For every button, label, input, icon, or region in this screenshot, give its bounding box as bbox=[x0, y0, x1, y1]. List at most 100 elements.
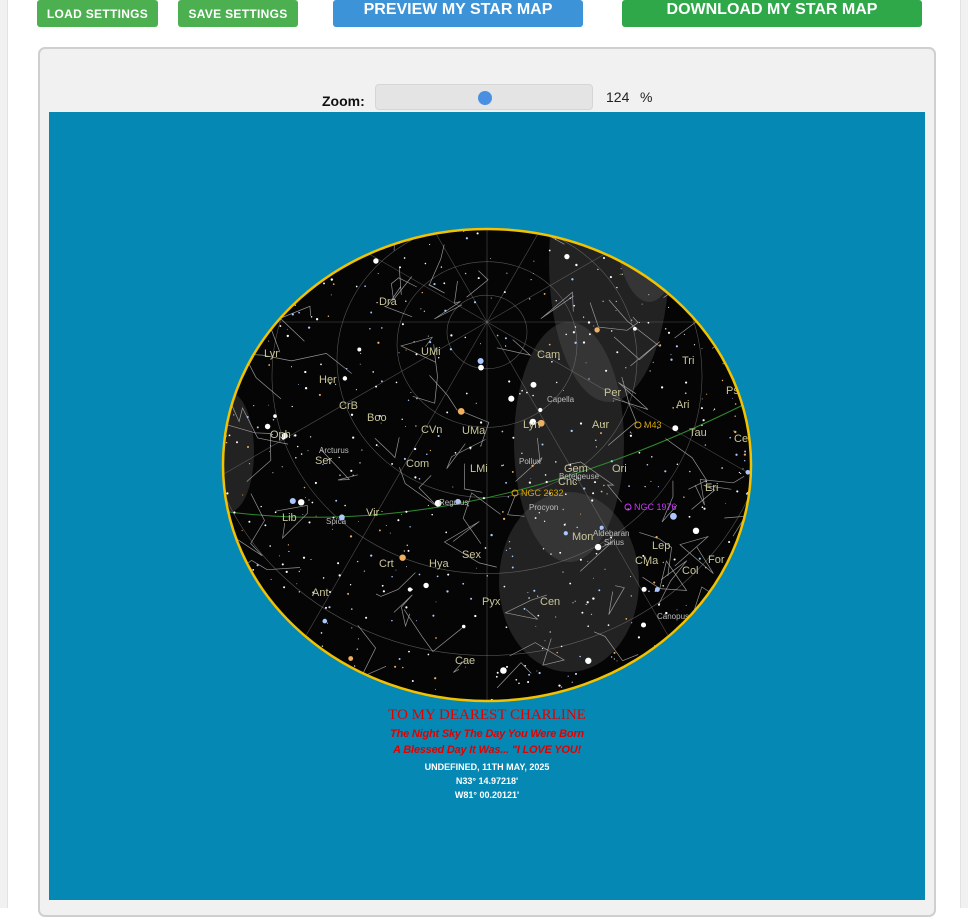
star bbox=[507, 496, 510, 498]
star bbox=[634, 685, 637, 688]
star bbox=[664, 328, 667, 330]
star bbox=[464, 272, 467, 275]
zoom-slider-handle[interactable] bbox=[478, 91, 492, 105]
star bbox=[738, 317, 740, 320]
star bbox=[271, 675, 273, 677]
star bbox=[586, 601, 589, 604]
star bbox=[378, 446, 380, 447]
star bbox=[242, 494, 244, 496]
zoom-slider[interactable] bbox=[375, 84, 593, 110]
star bbox=[572, 331, 576, 334]
constellation-label: Her bbox=[319, 374, 337, 386]
star bbox=[705, 319, 708, 321]
star bbox=[240, 621, 242, 623]
constellation-label: Tau bbox=[689, 427, 707, 439]
star bbox=[440, 266, 443, 268]
star bbox=[399, 266, 402, 269]
constellation-label: Sex bbox=[462, 549, 481, 561]
star bbox=[262, 280, 264, 282]
star bbox=[527, 680, 530, 684]
star bbox=[435, 637, 437, 639]
star bbox=[355, 389, 357, 391]
star bbox=[365, 616, 368, 619]
star bbox=[227, 264, 230, 266]
star bbox=[298, 591, 300, 593]
star bbox=[223, 314, 225, 316]
star bbox=[575, 263, 578, 267]
star bbox=[650, 480, 652, 482]
star-name-label: Pollux bbox=[519, 457, 541, 466]
star bbox=[462, 582, 465, 585]
load-settings-button[interactable]: Load Settings bbox=[37, 0, 158, 27]
star bbox=[703, 609, 706, 612]
star bbox=[287, 663, 291, 666]
star bbox=[652, 361, 654, 363]
star bbox=[370, 554, 373, 557]
star bbox=[416, 397, 418, 400]
download-star-map-button[interactable]: Download My Star Map bbox=[622, 0, 922, 27]
star bbox=[541, 443, 544, 446]
star bbox=[593, 325, 595, 327]
star bbox=[308, 521, 311, 524]
star bbox=[600, 432, 602, 435]
star bbox=[241, 530, 243, 532]
star bbox=[320, 363, 322, 366]
star bbox=[659, 248, 662, 251]
star bbox=[290, 366, 293, 368]
star bbox=[632, 255, 637, 261]
star bbox=[490, 533, 493, 537]
star bbox=[594, 327, 600, 333]
star bbox=[655, 535, 658, 539]
star bbox=[648, 294, 650, 296]
constellation-label: Mon bbox=[572, 531, 593, 543]
star bbox=[675, 345, 679, 348]
star bbox=[261, 617, 264, 621]
star bbox=[591, 499, 594, 502]
star bbox=[229, 645, 231, 647]
constellation-label: Pyx bbox=[482, 596, 501, 608]
star bbox=[287, 544, 290, 546]
star-name-label: Arcturus bbox=[319, 446, 349, 455]
star bbox=[603, 484, 605, 487]
star bbox=[233, 511, 236, 514]
star bbox=[673, 558, 676, 561]
star bbox=[649, 370, 651, 372]
star bbox=[398, 352, 400, 354]
star bbox=[563, 531, 568, 536]
constellation-label: Boo bbox=[367, 412, 387, 424]
star bbox=[744, 450, 747, 453]
star bbox=[255, 257, 258, 260]
star bbox=[670, 250, 674, 253]
preview-star-map-button[interactable]: Preview My Star Map bbox=[333, 0, 583, 27]
caption-longitude: W81° 00.20121' bbox=[454, 790, 520, 800]
star bbox=[521, 452, 523, 454]
star bbox=[732, 584, 734, 587]
star bbox=[302, 253, 304, 255]
star bbox=[359, 363, 361, 365]
star bbox=[410, 392, 412, 394]
star bbox=[613, 658, 615, 660]
star bbox=[355, 285, 358, 288]
star bbox=[268, 254, 270, 256]
star bbox=[421, 291, 423, 294]
star bbox=[693, 344, 696, 346]
star bbox=[314, 481, 317, 485]
constellation-label: Cen bbox=[540, 596, 560, 608]
star bbox=[724, 255, 727, 257]
star bbox=[597, 268, 599, 271]
star bbox=[381, 584, 384, 587]
star bbox=[303, 682, 306, 685]
star bbox=[536, 595, 539, 597]
star bbox=[296, 236, 301, 241]
star bbox=[415, 425, 417, 427]
constellation-label: Aur bbox=[592, 419, 609, 431]
star bbox=[562, 389, 564, 392]
star bbox=[660, 386, 664, 389]
star bbox=[303, 486, 306, 489]
save-settings-button[interactable]: Save Settings bbox=[178, 0, 298, 27]
star bbox=[360, 352, 362, 355]
star bbox=[587, 625, 589, 627]
star bbox=[357, 638, 359, 640]
star bbox=[645, 671, 648, 674]
constellation-label: For bbox=[708, 554, 725, 566]
